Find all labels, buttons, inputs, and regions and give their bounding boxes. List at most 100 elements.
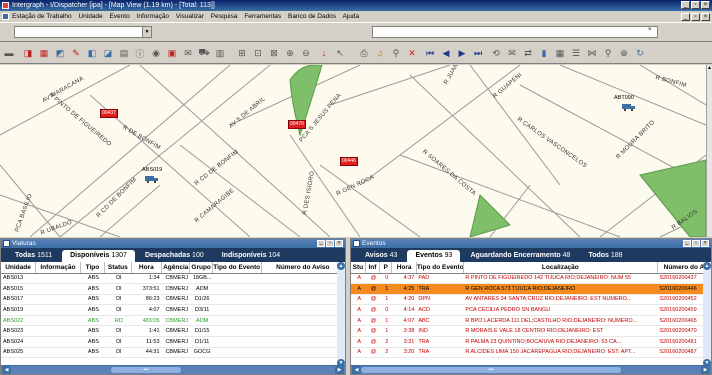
table-row[interactable]: ABS022 ABS RD 483:05 CBMERJ ADM [1,315,345,327]
menu-search[interactable]: Pesquisa [211,13,238,20]
table-row[interactable]: ABS024 ABS DI 11:53 CBMERJ D1/11 [1,336,345,348]
unit-search-icon[interactable]: ⚲ [390,47,402,59]
last-icon[interactable]: ⏭ [472,47,484,59]
map-select-icon[interactable]: ⊡ [252,47,264,59]
target-icon[interactable]: ⊕ [618,47,630,59]
mdi-restore-button[interactable]: ▫ [691,13,700,21]
table-row[interactable]: ABS017 ABS DI 86:23 CBMERJ D1/26 [1,294,345,306]
ambulance-icon[interactable] [622,103,636,111]
magnifier-icon[interactable]: ⚲ [602,47,614,59]
dispatch-icon[interactable]: ◧ [86,47,98,59]
history-icon[interactable]: ⟲ [490,47,502,59]
column-header[interactable]: Localização [463,262,658,274]
edit-event-icon[interactable]: ✎ [70,47,82,59]
pin-icon[interactable]: ↓ [318,47,330,59]
alert-icon[interactable]: ▣ [166,47,178,59]
table-row[interactable]: ABS013 ABS DI 1:34 CBMERJ 18GB... [1,273,345,285]
message-icon[interactable]: ✉ [182,47,194,59]
column-header[interactable]: Inf [365,262,381,274]
list-icon[interactable]: ☰ [570,47,582,59]
tab-unavailable[interactable]: Indisponíveis 104 [213,250,289,262]
tab-available[interactable]: Disponíveis 1307 [62,250,135,262]
table-row[interactable]: A @2 3:31 TRA R PALMA 23 QUINTINO;BOCAIUVA R… [351,336,711,348]
table-row[interactable]: A @2 3:20 TRA R ALCIDES LIMA 150 JACAREPAGUA… [351,347,711,359]
column-header[interactable]: Grupo [189,262,213,274]
table-row[interactable]: A @1 4:20 DPN AV ANTARES 34 SANTA;CRUZ RIO;D… [351,294,711,306]
column-header[interactable]: Hora [131,262,163,274]
menu-view[interactable]: Visualizar [176,13,204,20]
column-header[interactable]: Hora [391,262,417,274]
network-icon[interactable]: ⋈ [586,47,598,59]
event-marker[interactable]: 00437 [100,109,118,118]
table-row[interactable]: A @0 4:14 ACD PCA CECILIA PEDRO SN BANGU S201… [351,304,711,316]
column-header[interactable]: P [379,262,393,274]
column-header[interactable]: Tipo do Evento [212,262,262,274]
table-row[interactable]: ABS025 ABS DI 44:31 CBMERJ GOCG [1,347,345,359]
scroll-right-icon[interactable]: ▶ [335,366,344,374]
menu-event[interactable]: Evento [109,13,129,20]
maximize-button[interactable]: ▫ [691,1,700,9]
panel-close-button[interactable]: × [701,240,709,247]
previous-icon[interactable]: ◀ [440,47,452,59]
minimize-button[interactable]: _ [681,1,690,9]
vehicles-icon[interactable]: ⛟ [198,47,210,59]
panel-close-button[interactable]: × [335,240,343,247]
tab-all-vehicles[interactable]: Todas 1511 [7,250,61,262]
chart-icon[interactable]: ▮ [538,47,550,59]
chevron-down-icon[interactable]: ▼ [142,27,151,37]
scroll-thumb[interactable]: ••• [361,367,621,373]
menu-help[interactable]: Ajuda [343,13,360,20]
panel-minimize-button[interactable]: _ [317,240,325,247]
report-icon[interactable]: ▤ [118,47,130,59]
column-header[interactable]: Status [104,262,132,274]
table-row[interactable]: A @0 4:37 PAD R PINTO DE FIGUEIREDO 142 TIJU… [351,273,711,285]
events-horizontal-scrollbar[interactable]: ◀ ••• ▶ [351,365,711,374]
map-view[interactable]: AV MARACANA R PINTO DE FIGUEIREDO R CD D… [0,65,706,237]
assign-icon[interactable]: ◩ [54,47,66,59]
column-header[interactable]: Unidade [1,262,37,274]
column-header[interactable]: Tipo [80,262,106,274]
cancel-unit-icon[interactable]: ✕ [406,47,418,59]
events-vertical-scrollbar[interactable]: ▲ ▼ [703,262,711,367]
next-icon[interactable]: ▶ [456,47,468,59]
vehicles-vertical-scrollbar[interactable]: ▲ ▼ [337,262,345,367]
scroll-right-icon[interactable]: ▶ [701,366,710,374]
print-icon[interactable]: ⎙ [358,47,370,59]
panel-maximize-button[interactable]: ▫ [692,240,700,247]
table-row[interactable]: ABS019 ABS DI 4:07 CBMERJ D3/11 [1,304,345,316]
map-grid-icon[interactable]: ⊠ [268,47,280,59]
column-header[interactable]: Tipo do Evento [416,262,464,274]
layers-icon[interactable]: ▥ [214,47,226,59]
vehicles-horizontal-scrollbar[interactable]: ◀ ••• ▶ [1,365,345,374]
route-icon[interactable]: ◪ [102,47,114,59]
command-combo[interactable]: ▼ [14,26,152,38]
menu-workstation[interactable]: Estação de Trabalho [12,13,72,20]
map-extent-icon[interactable]: ⊞ [236,47,248,59]
table-row[interactable]: A @1 4:25 TRA R GEN ROCA 573 TIJUCA RIO;DEJA… [351,283,711,295]
table-row[interactable]: ABS015 ABS DI 373:51 CBMERJ ADM [1,283,345,295]
tab-notices[interactable]: Avisos 43 [357,250,406,262]
column-header[interactable]: Informação [35,262,81,274]
tab-all-events[interactable]: Todos 188 [580,250,631,262]
panel-maximize-button[interactable]: ▫ [326,240,334,247]
new-event-icon[interactable]: ◨ [22,47,34,59]
menu-tools[interactable]: Ferramentas [244,13,281,20]
scroll-up-icon[interactable]: ▲ [337,262,345,270]
map-scrollbar[interactable]: ▲ [706,65,712,237]
column-header[interactable]: Número do Aviso [261,262,346,274]
close-button[interactable]: × [701,1,710,9]
refresh-icon[interactable]: ↻ [634,47,646,59]
menu-database[interactable]: Banco de Dados [288,13,336,20]
table-row[interactable]: A @1 4:07 ABC R BPO LACERDA 111 DEL;CASTILHO… [351,315,711,327]
scroll-left-icon[interactable]: ◀ [2,366,11,374]
bell-icon[interactable]: ♫ [374,47,386,59]
scroll-thumb[interactable]: ••• [111,367,181,373]
table-row[interactable]: A @1 3:38 IND R MORAIS E VALE 18 CENTRO RIO;… [351,325,711,338]
table-icon[interactable]: ▦ [554,47,566,59]
scroll-up-icon[interactable]: ▲ [703,262,711,270]
status-board-icon[interactable]: ▦ [38,47,50,59]
clear-icon[interactable]: × [648,27,652,33]
zoom-in-icon[interactable]: ⊕ [284,47,296,59]
camera-icon[interactable]: ◉ [150,47,162,59]
first-icon[interactable]: ⏮ [424,47,436,59]
